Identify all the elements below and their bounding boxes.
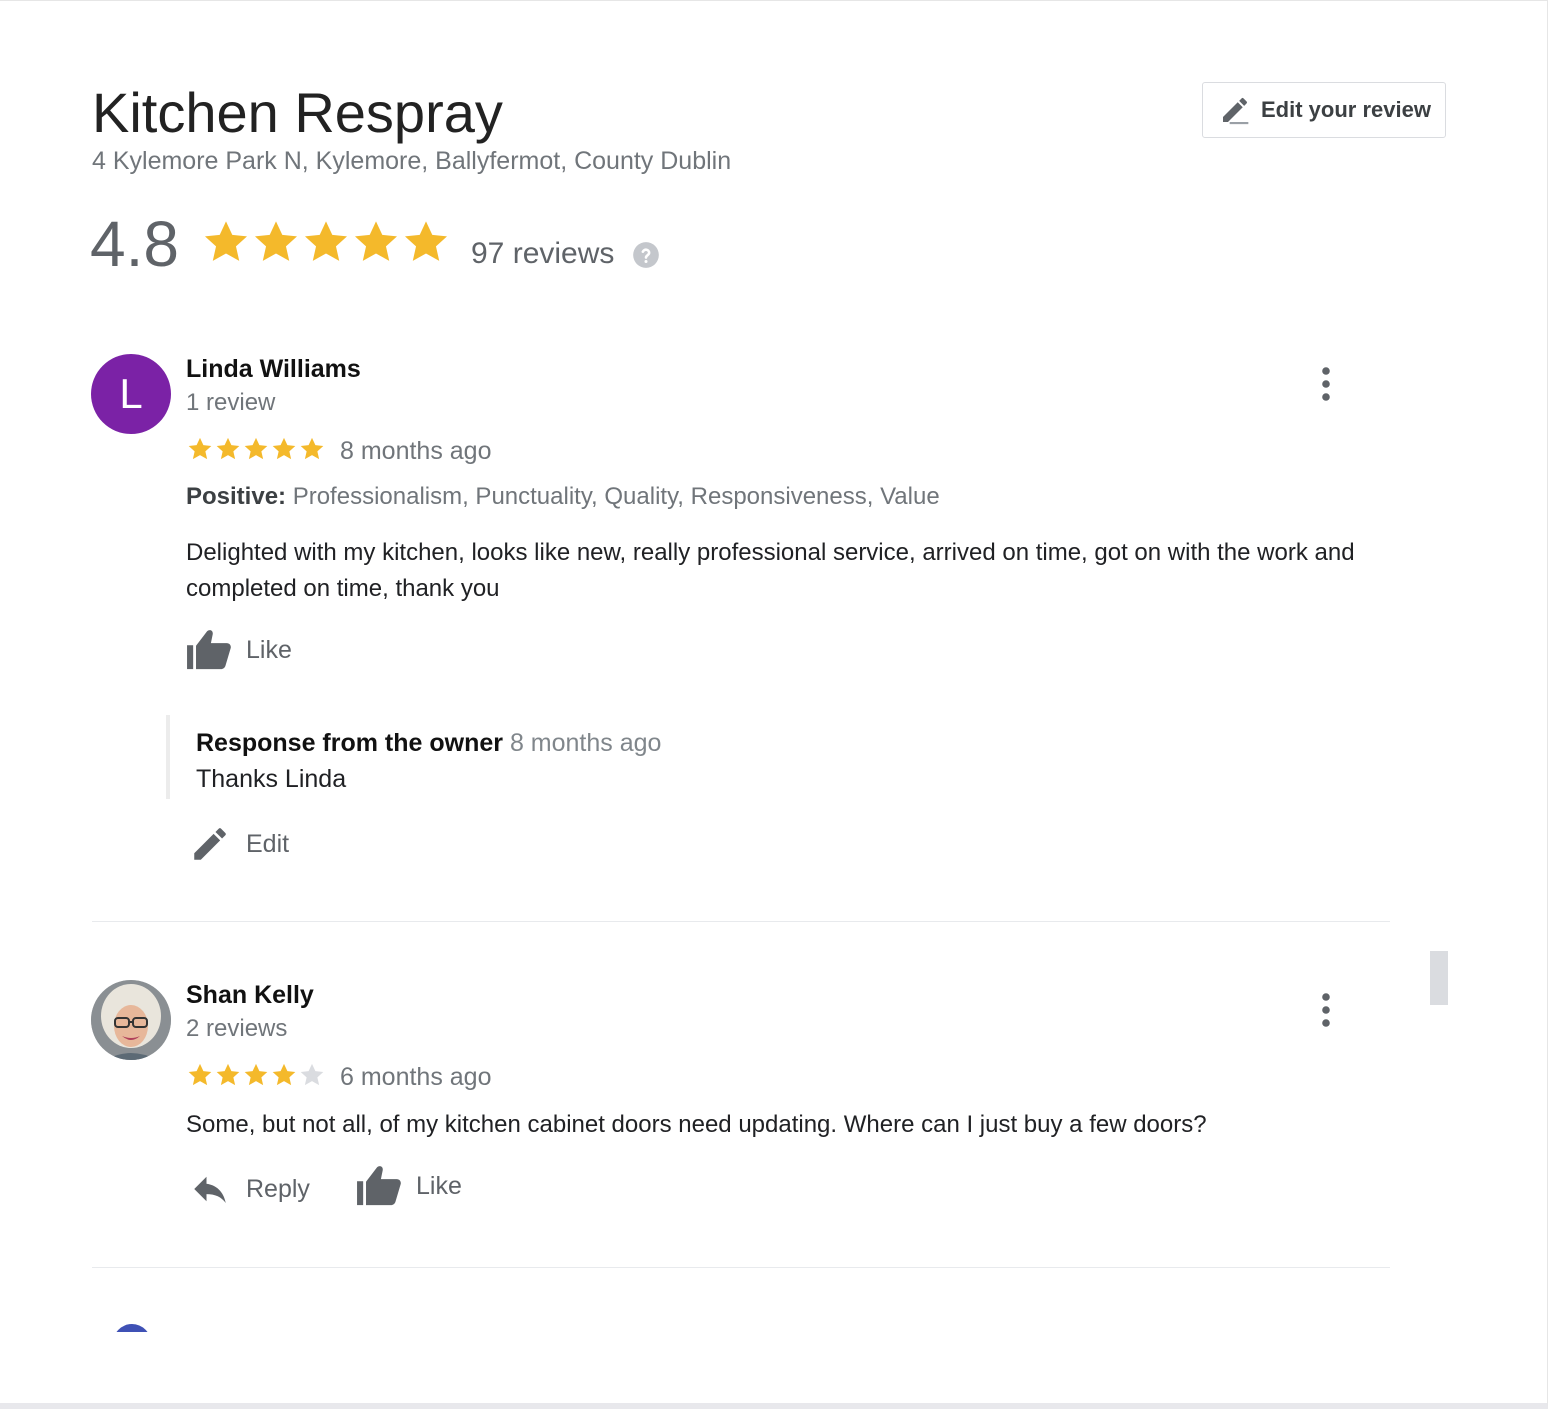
review-time: 8 months ago — [340, 437, 492, 465]
star-icon — [244, 1063, 268, 1086]
review-star-rating — [186, 435, 326, 463]
review-time: 6 months ago — [340, 1063, 492, 1091]
star-icon — [188, 1063, 212, 1086]
avatar-initial: L — [119, 370, 143, 417]
more-options-icon[interactable] — [1320, 992, 1332, 1028]
star-icon — [404, 221, 448, 261]
avatar[interactable] — [91, 980, 171, 1060]
star-icon — [204, 221, 248, 261]
overall-rating: 4.8 — [90, 208, 179, 280]
reply-button[interactable]: Reply — [188, 1168, 310, 1210]
like-button[interactable]: Like — [356, 1165, 462, 1207]
owner-response-time: 8 months ago — [509, 729, 662, 757]
star-icon — [188, 437, 212, 460]
more-options-icon[interactable] — [1320, 366, 1332, 402]
star-icon — [244, 437, 268, 460]
thumbs-up-icon — [187, 630, 231, 670]
reviewer-name[interactable]: Shan Kelly — [186, 980, 314, 1010]
reviewer-name[interactable]: Linda Williams — [186, 354, 361, 384]
edit-your-review-label: Edit your review — [1261, 97, 1431, 122]
review-count-link[interactable]: 97 reviews — [471, 237, 614, 271]
review-attributes: Positive: Professionalism, Punctuality, … — [186, 482, 940, 512]
review-star-rating — [186, 1061, 326, 1089]
avatar[interactable]: L — [91, 354, 171, 434]
attributes-label: Positive: — [186, 483, 287, 510]
review-divider — [92, 921, 1390, 922]
scrollbar-thumb[interactable] — [1430, 951, 1448, 1005]
overall-star-rating — [200, 216, 450, 268]
edit-your-review-button[interactable]: Edit your review — [1202, 82, 1446, 138]
reply-label: Reply — [246, 1174, 310, 1203]
business-address: 4 Kylemore Park N, Kylemore, Ballyfermot… — [92, 147, 732, 175]
attributes-values: Professionalism, Punctuality, Quality, R… — [292, 483, 940, 510]
star-icon — [216, 437, 240, 460]
owner-response-title: Response from the owner — [196, 729, 503, 757]
like-label: Like — [416, 1171, 462, 1200]
reviews-panel: Kitchen Respray 4 Kylemore Park N, Kylem… — [0, 0, 1548, 1409]
star-icon — [272, 1063, 296, 1086]
star-icon — [272, 437, 296, 460]
pencil-icon — [194, 828, 226, 860]
help-icon[interactable] — [632, 241, 660, 269]
pencil-icon — [1223, 97, 1249, 125]
reviewer-review-count[interactable]: 2 reviews — [186, 1014, 287, 1044]
thumbs-up-icon — [357, 1166, 401, 1206]
edit-label: Edit — [246, 829, 290, 858]
reply-icon — [194, 1176, 226, 1203]
like-button[interactable]: Like — [186, 629, 292, 671]
star-empty-icon — [300, 1063, 324, 1086]
owner-response-bar — [166, 715, 170, 799]
star-icon — [300, 437, 324, 460]
owner-response-heading: Response from the owner 8 months ago — [196, 728, 661, 758]
star-icon — [254, 221, 298, 261]
business-name: Kitchen Respray — [92, 81, 503, 144]
star-icon — [304, 221, 348, 261]
edit-response-button[interactable]: Edit — [188, 823, 289, 865]
review-text: Delighted with my kitchen, looks like ne… — [186, 539, 1355, 602]
like-label: Like — [246, 635, 292, 664]
review-text: Some, but not all, of my kitchen cabinet… — [186, 1111, 1207, 1138]
avatar-photo — [91, 980, 171, 1060]
reviewer-review-count[interactable]: 1 review — [186, 388, 275, 418]
owner-response-text: Thanks Linda — [196, 765, 347, 793]
review-divider — [92, 1267, 1390, 1268]
star-icon — [216, 1063, 240, 1086]
avatar[interactable] — [113, 1324, 151, 1332]
star-icon — [354, 221, 398, 261]
